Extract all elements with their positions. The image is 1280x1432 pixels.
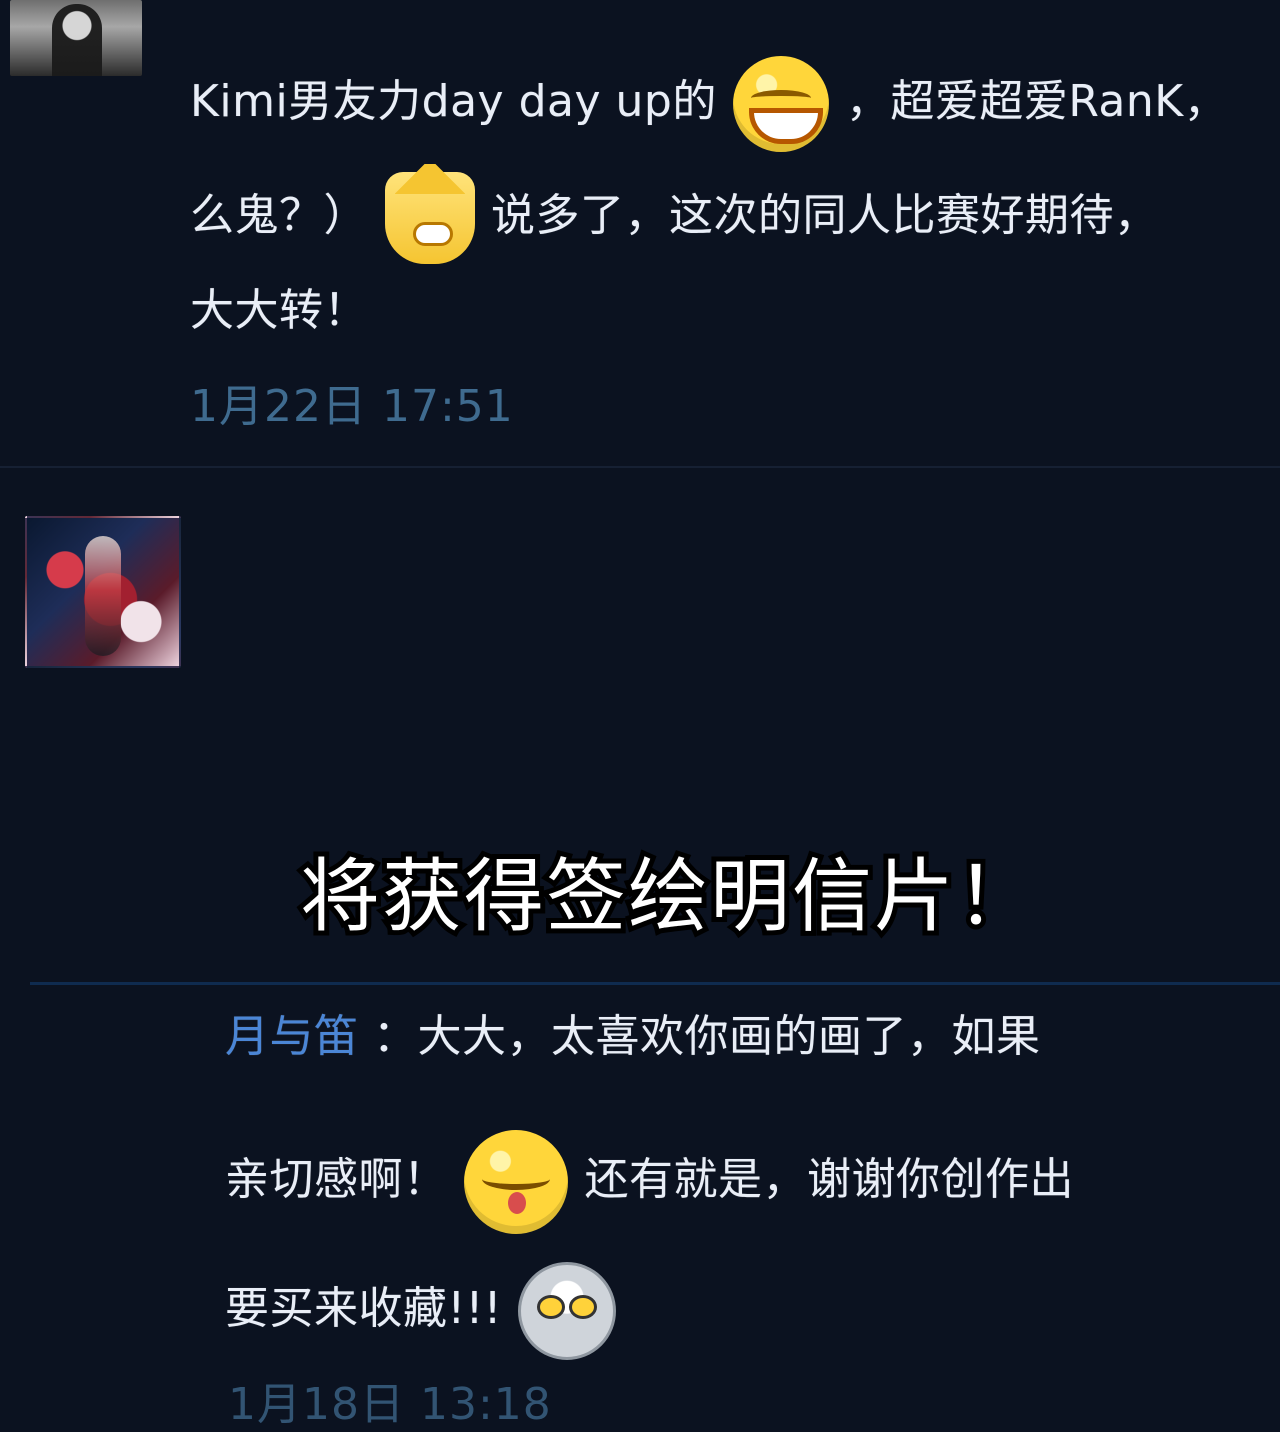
comment-text-line: 亲切感啊！ 还有就是，谢谢你创作出 <box>225 1130 1074 1234</box>
comment-divider <box>0 466 1280 468</box>
comment-text: 还有就是，谢谢你创作出 <box>584 1154 1074 1205</box>
comment-text-line: Kimi男友力day day up的 ，超爱超爱RanK， <box>190 56 1228 152</box>
comment-username-link[interactable]: 月与笛 <box>225 1011 359 1062</box>
comment-text: Kimi男友力day day up的 <box>190 76 717 127</box>
comment-thread: Kimi男友力day day up的 ，超爱超爱RanK， 么鬼？） 说多了，这… <box>0 0 1280 1430</box>
comment-text: 大大转！ <box>190 285 368 336</box>
comment-text-line: 要买来收藏!!! <box>225 1262 618 1360</box>
grin-emoji-icon <box>733 56 830 152</box>
comment-text-line: 么鬼？） 说多了，这次的同人比赛好期待， <box>190 164 1159 264</box>
comment-text: ，超爱超爱RanK， <box>845 76 1229 127</box>
overlay-caption: 将获得签绘明信片！ <box>295 845 1041 948</box>
avatar[interactable] <box>10 0 142 76</box>
comment-item: Kimi男友力day day up的 ，超爱超爱RanK， 么鬼？） 说多了，这… <box>0 0 1280 468</box>
comment-text-line: 大大转！ <box>190 274 368 338</box>
comment-text: 说多了，这次的同人比赛好期待， <box>491 190 1159 241</box>
comment-text: 要买来收藏!!! <box>225 1283 502 1334</box>
comment-divider <box>30 982 1280 985</box>
doge-emoji-icon <box>384 164 475 264</box>
sleepy-emoji-icon <box>464 1130 568 1234</box>
comment-text: 么鬼？） <box>190 190 368 241</box>
comment-timestamp: 1月18日 13:18 <box>228 1379 552 1430</box>
comment-text-line: 月与笛 ：大大，太喜欢你画的画了，如果 <box>225 1000 1041 1064</box>
comment-timestamp: 1月22日 17:51 <box>190 381 514 432</box>
comment-text: 亲切感啊！ <box>225 1154 448 1205</box>
ultraman-emoji-icon <box>518 1262 617 1360</box>
avatar[interactable] <box>25 516 181 668</box>
comment-text: ：大大，太喜欢你画的画了，如果 <box>373 1011 1041 1062</box>
